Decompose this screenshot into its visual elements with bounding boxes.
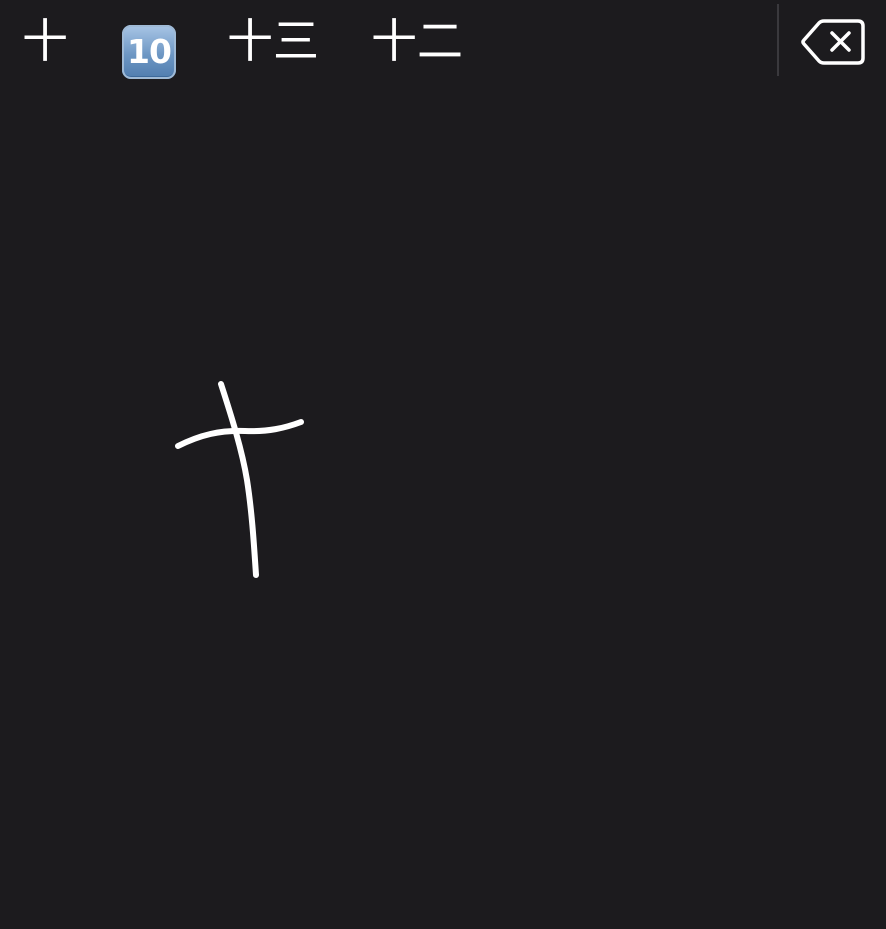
delete-button[interactable]: [800, 16, 868, 68]
candidate-shisan[interactable]: 十三: [227, 8, 319, 74]
vertical-stroke: [218, 381, 259, 578]
handwriting-strokes: [175, 381, 304, 578]
candidate-label: 十三: [227, 14, 319, 68]
candidate-label: 十: [22, 14, 68, 68]
candidate-bar: 十 10 十三 十二: [0, 0, 886, 82]
candidate-keycap-ten[interactable]: 10: [122, 14, 176, 80]
keycap-ten-icon: 10: [122, 25, 176, 79]
candidate-label: 十二: [371, 14, 463, 68]
candidate-shi[interactable]: 十: [22, 8, 68, 74]
divider: [777, 4, 779, 76]
handwriting-keyboard: 十 10 十三 十二: [0, 0, 886, 929]
delete-backspace-icon: [801, 19, 865, 65]
candidate-shier[interactable]: 十二: [371, 8, 463, 74]
handwriting-canvas[interactable]: [0, 82, 886, 929]
